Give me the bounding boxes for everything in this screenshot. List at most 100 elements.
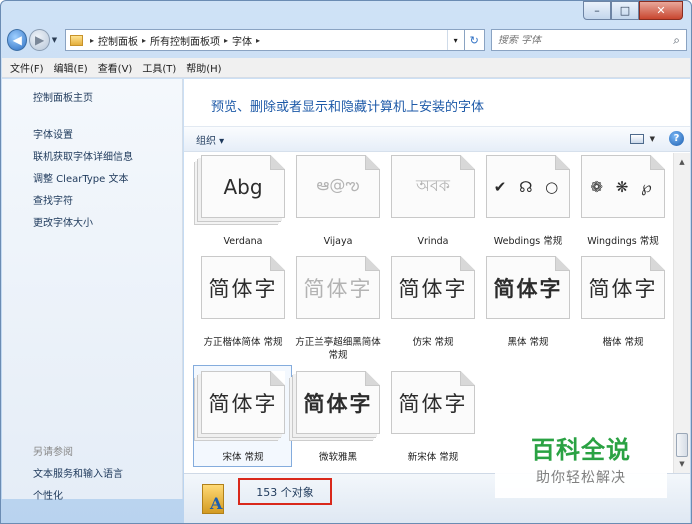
see-also-links: 文本服务和输入语言 个性化	[33, 465, 123, 509]
font-tile[interactable]: ✔ ☊ ○ Webdings 常规	[483, 153, 573, 253]
font-name-label: 方正楷体简体 常规	[203, 337, 283, 348]
font-sample-text: 简体字	[493, 276, 563, 301]
sidebar-item-change-font-size[interactable]: 更改字体大小	[33, 214, 182, 229]
font-tile[interactable]: 简体字 仿宋 常规	[388, 254, 478, 354]
search-box[interactable]: ⌕	[490, 29, 687, 51]
breadcrumb-separator-icon[interactable]: ▸	[224, 36, 228, 45]
menu-tools[interactable]: 工具(T)	[142, 60, 176, 75]
breadcrumb-all-items[interactable]: 所有控制面板项	[150, 33, 220, 48]
refresh-button[interactable]: ↻	[464, 29, 485, 51]
font-tile[interactable]: 简体字 微软雅黑	[293, 369, 383, 469]
font-name-label: Webdings 常规	[493, 236, 563, 247]
maximize-button[interactable]: □	[611, 1, 639, 20]
caption-buttons: – □ ✕	[583, 1, 683, 20]
command-toolbar: 组织 ▾ ▼ ?	[184, 126, 690, 152]
breadcrumb-separator-icon[interactable]: ▸	[256, 36, 260, 45]
see-also-heading: 另请参阅	[33, 447, 73, 458]
font-name-label: 仿宋 常规	[412, 337, 454, 348]
font-preview-page: 简体字	[201, 371, 285, 434]
watermark-subtitle: 助你轻松解决	[536, 470, 626, 486]
sidebar-item-personalization[interactable]: 个性化	[33, 487, 123, 502]
address-bar[interactable]: ▸ 控制面板 ▸ 所有控制面板项 ▸ 字体 ▸ ▾	[64, 29, 465, 51]
font-name-label: 微软雅黑	[318, 452, 357, 463]
font-sample-text: 简体字	[398, 391, 468, 416]
font-sample-text: ✔ ☊ ○	[493, 177, 563, 196]
font-preview-page: 简体字	[581, 256, 665, 319]
font-preview-page: ❁ ❋ ℘	[581, 155, 665, 218]
font-sample-text: 简体字	[208, 391, 278, 416]
font-preview-page: 简体字	[486, 256, 570, 319]
breadcrumb-control-panel[interactable]: 控制面板	[98, 33, 138, 48]
font-name-label: Verdana	[223, 236, 263, 247]
menu-view[interactable]: 查看(V)	[98, 60, 133, 75]
view-dropdown-icon[interactable]: ▼	[650, 135, 655, 143]
font-tile[interactable]: ❁ ❋ ℘ Wingdings 常规	[578, 153, 668, 253]
vertical-scrollbar[interactable]: ▲ ▼	[673, 153, 690, 473]
font-sample-text: 简体字	[208, 276, 278, 301]
font-sample-text: ❁ ❋ ℘	[590, 177, 656, 196]
sidebar-item-text-services[interactable]: 文本服务和输入语言	[33, 465, 123, 480]
font-sample-text: 简体字	[303, 391, 373, 416]
font-tile[interactable]: Abg Verdana	[198, 153, 288, 253]
font-letter-glyph: A	[210, 494, 223, 513]
menu-help[interactable]: 帮助(H)	[186, 60, 221, 75]
change-view-icon[interactable]	[629, 133, 644, 144]
toolbar-right-controls: ▼ ?	[629, 131, 684, 146]
font-preview-page: অবক	[391, 155, 475, 218]
organize-button[interactable]: 组织 ▾	[196, 132, 224, 147]
sidebar-item-find-character[interactable]: 查找字符	[33, 192, 182, 207]
font-name-label: 宋体 常规	[222, 452, 264, 463]
font-preview-page: 简体字	[296, 256, 380, 319]
scroll-thumb[interactable]	[676, 433, 688, 457]
forward-button[interactable]: ▶	[29, 29, 50, 51]
sidebar-item-get-font-info-online[interactable]: 联机获取字体详细信息	[33, 148, 182, 163]
menu-file[interactable]: 文件(F)	[10, 60, 44, 75]
fonts-folder-icon: A	[202, 480, 230, 514]
control-panel-folder-icon	[69, 34, 83, 46]
breadcrumb-fonts[interactable]: 字体	[232, 33, 252, 48]
breadcrumb-separator-icon[interactable]: ▸	[142, 36, 146, 45]
back-button[interactable]: ◀	[7, 29, 28, 51]
font-preview-page: ఆ@ఌ	[296, 155, 380, 218]
font-preview-page: 简体字	[391, 256, 475, 319]
font-tile[interactable]: 简体字方正楷体简体 常规	[198, 254, 288, 354]
sidebar-item-font-settings[interactable]: 字体设置	[33, 126, 182, 141]
menu-edit[interactable]: 编辑(E)	[54, 60, 88, 75]
font-preview-page: Abg	[201, 155, 285, 218]
font-preview-page: 简体字	[391, 371, 475, 434]
help-icon[interactable]: ?	[669, 131, 684, 146]
address-dropdown-icon[interactable]: ▾	[446, 30, 464, 50]
breadcrumb-separator-icon[interactable]: ▸	[90, 36, 94, 45]
window-frame: – □ ✕ ◀ ▶ ▼ ▸ 控制面板 ▸ 所有控制面板项 ▸ 字体 ▸ ▾ ↻ …	[0, 0, 692, 524]
recent-pages-dropdown[interactable]: ▼	[52, 36, 61, 44]
font-tile[interactable]: 简体字 宋体 常规	[193, 365, 292, 469]
forward-arrow-icon: ▶	[34, 33, 45, 47]
font-sample-text: Abg	[223, 174, 263, 199]
back-arrow-icon: ◀	[12, 33, 22, 47]
font-name-label: 新宋体 常规	[407, 452, 459, 463]
search-input[interactable]	[497, 34, 674, 46]
font-tile[interactable]: অবক Vrinda	[388, 153, 478, 253]
font-tile[interactable]: 简体字方正兰亭超细黑简体 常规	[293, 254, 383, 361]
sidebar-item-control-panel-home[interactable]: 控制面板主页	[33, 89, 182, 104]
font-tile[interactable]: 简体字 黑体 常规	[483, 254, 573, 354]
font-tile[interactable]: 简体字 楷体 常规	[578, 254, 668, 354]
scroll-down-icon[interactable]: ▼	[674, 457, 690, 471]
font-sample-text: 简体字	[398, 276, 468, 301]
font-name-label: 楷体 常规	[602, 337, 644, 348]
watermark-logo: 百科全说 助你轻松解决	[495, 418, 667, 498]
task-sidebar: 控制面板主页 字体设置 联机获取字体详细信息 调整 ClearType 文本 查…	[2, 79, 183, 502]
font-name-label: Wingdings 常规	[587, 236, 659, 247]
font-sample-text: 简体字	[588, 276, 658, 301]
font-name-label: 方正兰亭超细黑简体 常规	[295, 337, 381, 361]
font-tile[interactable]: ఆ@ఌ Vijaya	[293, 153, 383, 253]
font-tile[interactable]: 简体字 新宋体 常规	[388, 369, 478, 469]
minimize-button[interactable]: –	[583, 1, 611, 20]
scroll-up-icon[interactable]: ▲	[674, 155, 690, 169]
content-pane: 预览、删除或者显示和隐藏计算机上安装的字体 组织 ▾ ▼ ? Abg Verdan…	[184, 79, 690, 473]
font-name-label: 黑体 常规	[507, 337, 549, 348]
search-icon[interactable]: ⌕	[673, 33, 680, 48]
sidebar-item-adjust-cleartype[interactable]: 调整 ClearType 文本	[33, 170, 182, 185]
font-sample-text: 简体字	[303, 276, 373, 301]
close-button[interactable]: ✕	[639, 1, 683, 20]
